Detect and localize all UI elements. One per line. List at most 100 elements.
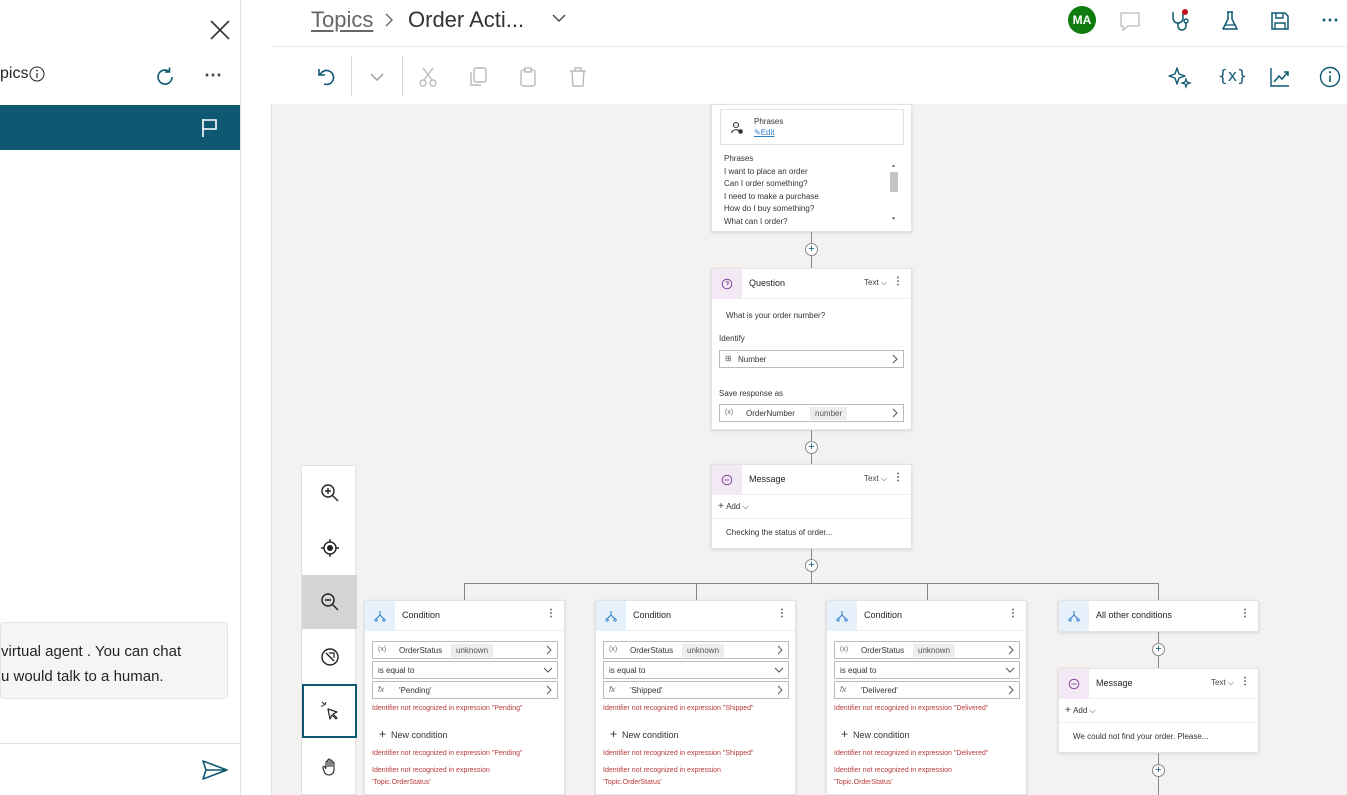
condition-operator-dropdown[interactable]: is equal to xyxy=(834,661,1020,679)
copilot-sparkle-icon[interactable] xyxy=(1168,65,1192,89)
chevron-down-icon[interactable] xyxy=(551,12,567,24)
condition-value-field[interactable]: fx 'Shipped' xyxy=(603,681,789,699)
scroll-down-icon[interactable]: ▼ xyxy=(891,216,896,222)
more-vertical-icon[interactable]: ⋮ xyxy=(893,472,903,483)
message-text[interactable]: We could not find your order. Please... xyxy=(1073,732,1208,741)
message-node[interactable]: Message Text ⌵ ⋮ + Add ⌵ Checking the st… xyxy=(711,464,912,549)
recenter-button[interactable] xyxy=(302,521,357,575)
save-variable-picker[interactable]: (x) OrderNumber number xyxy=(719,404,904,422)
select-mode-button[interactable] xyxy=(302,684,357,738)
cut-icon[interactable] xyxy=(416,65,440,89)
comments-icon[interactable] xyxy=(1118,9,1142,33)
zoom-in-icon xyxy=(320,483,340,503)
condition-node[interactable]: Condition ⋮ (x) OrderStatus unknown is e… xyxy=(826,600,1027,795)
variables-icon[interactable]: {x} xyxy=(1218,65,1247,89)
question-node[interactable]: Question Text ⌵ ⋮ What is your order num… xyxy=(711,268,912,430)
add-node-button[interactable]: + xyxy=(805,559,818,572)
delete-icon[interactable] xyxy=(566,65,590,89)
analytics-icon[interactable] xyxy=(1268,65,1292,89)
save-response-label: Save response as xyxy=(719,389,784,398)
add-node-button[interactable]: + xyxy=(1152,764,1165,777)
condition-variable-picker[interactable]: (x) OrderStatus unknown xyxy=(372,641,558,659)
more-vertical-icon[interactable]: ⋮ xyxy=(1008,608,1018,619)
validation-error-line: Identifier not recognized in expression xyxy=(372,767,490,774)
more-vertical-icon[interactable]: ⋮ xyxy=(1240,608,1250,619)
connector-line xyxy=(464,583,465,600)
trigger-phrases-icon xyxy=(730,121,744,135)
more-options-icon[interactable]: ⋯ xyxy=(204,65,228,89)
minimap-toggle-button[interactable] xyxy=(302,630,357,684)
flag-icon[interactable] xyxy=(200,117,220,139)
condition-variable-picker[interactable]: (x) OrderStatus unknown xyxy=(834,641,1020,659)
test-chat-panel: pics ⋯ virtual agent . You can chat u wo… xyxy=(0,0,241,795)
condition-variable-picker[interactable]: (x) OrderStatus unknown xyxy=(603,641,789,659)
message-text[interactable]: Checking the status of order... xyxy=(726,528,832,537)
scrollbar-thumb[interactable] xyxy=(890,172,898,192)
zoom-in-button[interactable] xyxy=(302,466,357,520)
branch-icon xyxy=(365,601,395,631)
add-content-button[interactable]: + Add ⌵ xyxy=(718,501,749,512)
more-vertical-icon[interactable]: ⋮ xyxy=(546,608,556,619)
breadcrumb-current-topic[interactable]: Order Acti... xyxy=(408,7,524,33)
condition-value-field[interactable]: fx 'Pending' xyxy=(372,681,558,699)
info-icon[interactable] xyxy=(1318,65,1342,89)
trigger-phrases-node[interactable]: Phrases ✎Edit Phrases I want to place an… xyxy=(711,104,912,232)
new-condition-button[interactable]: + New condition xyxy=(379,727,448,741)
add-content-label: Add xyxy=(1073,706,1088,715)
condition-node[interactable]: Condition ⋮ (x) OrderStatus unknown is e… xyxy=(364,600,565,795)
question-prompt[interactable]: What is your order number? xyxy=(726,311,825,320)
message-node[interactable]: Message Text ⌵ ⋮ + Add ⌵ We could not fi… xyxy=(1058,668,1259,753)
condition-operator-dropdown[interactable]: is equal to xyxy=(372,661,558,679)
copy-icon[interactable] xyxy=(466,65,490,89)
new-condition-button[interactable]: + New condition xyxy=(610,727,679,741)
question-type-dropdown[interactable]: Text ⌵ xyxy=(864,278,887,288)
add-node-button[interactable]: + xyxy=(805,441,818,454)
phrase-item: How do I buy something? xyxy=(724,204,815,213)
phrases-list-title: Phrases xyxy=(724,154,754,163)
save-icon[interactable] xyxy=(1268,9,1292,33)
test-flask-icon[interactable] xyxy=(1218,9,1242,33)
send-icon[interactable] xyxy=(201,759,229,781)
condition-value-field[interactable]: fx 'Delivered' xyxy=(834,681,1020,699)
scroll-up-icon[interactable]: ▲ xyxy=(891,163,896,169)
add-node-button[interactable]: + xyxy=(805,243,818,256)
paste-icon[interactable] xyxy=(516,65,540,89)
condition-node[interactable]: Condition ⋮ (x) OrderStatus unknown is e… xyxy=(595,600,796,795)
more-vertical-icon[interactable]: ⋮ xyxy=(777,608,787,619)
add-content-button[interactable]: + Add ⌵ xyxy=(1065,705,1096,716)
message-type-dropdown[interactable]: Text ⌵ xyxy=(1211,678,1234,688)
info-icon[interactable] xyxy=(29,66,45,82)
identify-entity-picker[interactable]: ⊞ Number xyxy=(719,350,904,368)
chat-input-field[interactable] xyxy=(0,743,240,795)
variable-name: OrderNumber xyxy=(746,409,795,418)
new-condition-button[interactable]: + New condition xyxy=(841,727,910,741)
avatar[interactable]: MA xyxy=(1068,6,1096,34)
edit-phrases-link[interactable]: ✎Edit xyxy=(754,128,775,137)
pan-mode-button[interactable] xyxy=(302,740,357,794)
topic-checker-icon[interactable] xyxy=(1168,9,1192,33)
entity-grid-icon: ⊞ xyxy=(725,354,732,363)
phrases-scrollbar[interactable]: ▲ ▼ xyxy=(890,163,898,225)
variable-icon: (x) xyxy=(378,646,387,653)
variable-icon: (x) xyxy=(840,646,849,653)
chevron-down-icon[interactable] xyxy=(365,65,389,89)
more-vertical-icon[interactable]: ⋮ xyxy=(893,276,903,287)
close-icon[interactable] xyxy=(207,17,233,43)
undo-icon[interactable] xyxy=(314,65,338,89)
zoom-out-button[interactable] xyxy=(302,575,357,629)
refresh-icon[interactable] xyxy=(153,65,177,89)
plus-icon: + xyxy=(718,501,724,512)
more-vertical-icon[interactable]: ⋮ xyxy=(1240,676,1250,687)
toolbar-divider xyxy=(402,56,403,96)
trigger-header[interactable]: Phrases ✎Edit xyxy=(720,109,904,145)
condition-operator: is equal to xyxy=(840,666,877,675)
breadcrumb-topics-link[interactable]: Topics xyxy=(311,7,373,33)
condition-operator-dropdown[interactable]: is equal to xyxy=(603,661,789,679)
authoring-canvas[interactable]: Phrases ✎Edit Phrases I want to place an… xyxy=(271,104,1347,795)
more-options-icon[interactable]: ⋯ xyxy=(1321,9,1345,33)
message-type-dropdown[interactable]: Text ⌵ xyxy=(864,474,887,484)
all-other-conditions-node[interactable]: All other conditions ⋮ xyxy=(1058,600,1259,632)
add-node-button[interactable]: + xyxy=(1152,643,1165,656)
validation-error: Identifier not recognized in expression … xyxy=(372,705,523,712)
topic-header: Topics Order Acti... MA ⋯ xyxy=(271,0,1347,47)
